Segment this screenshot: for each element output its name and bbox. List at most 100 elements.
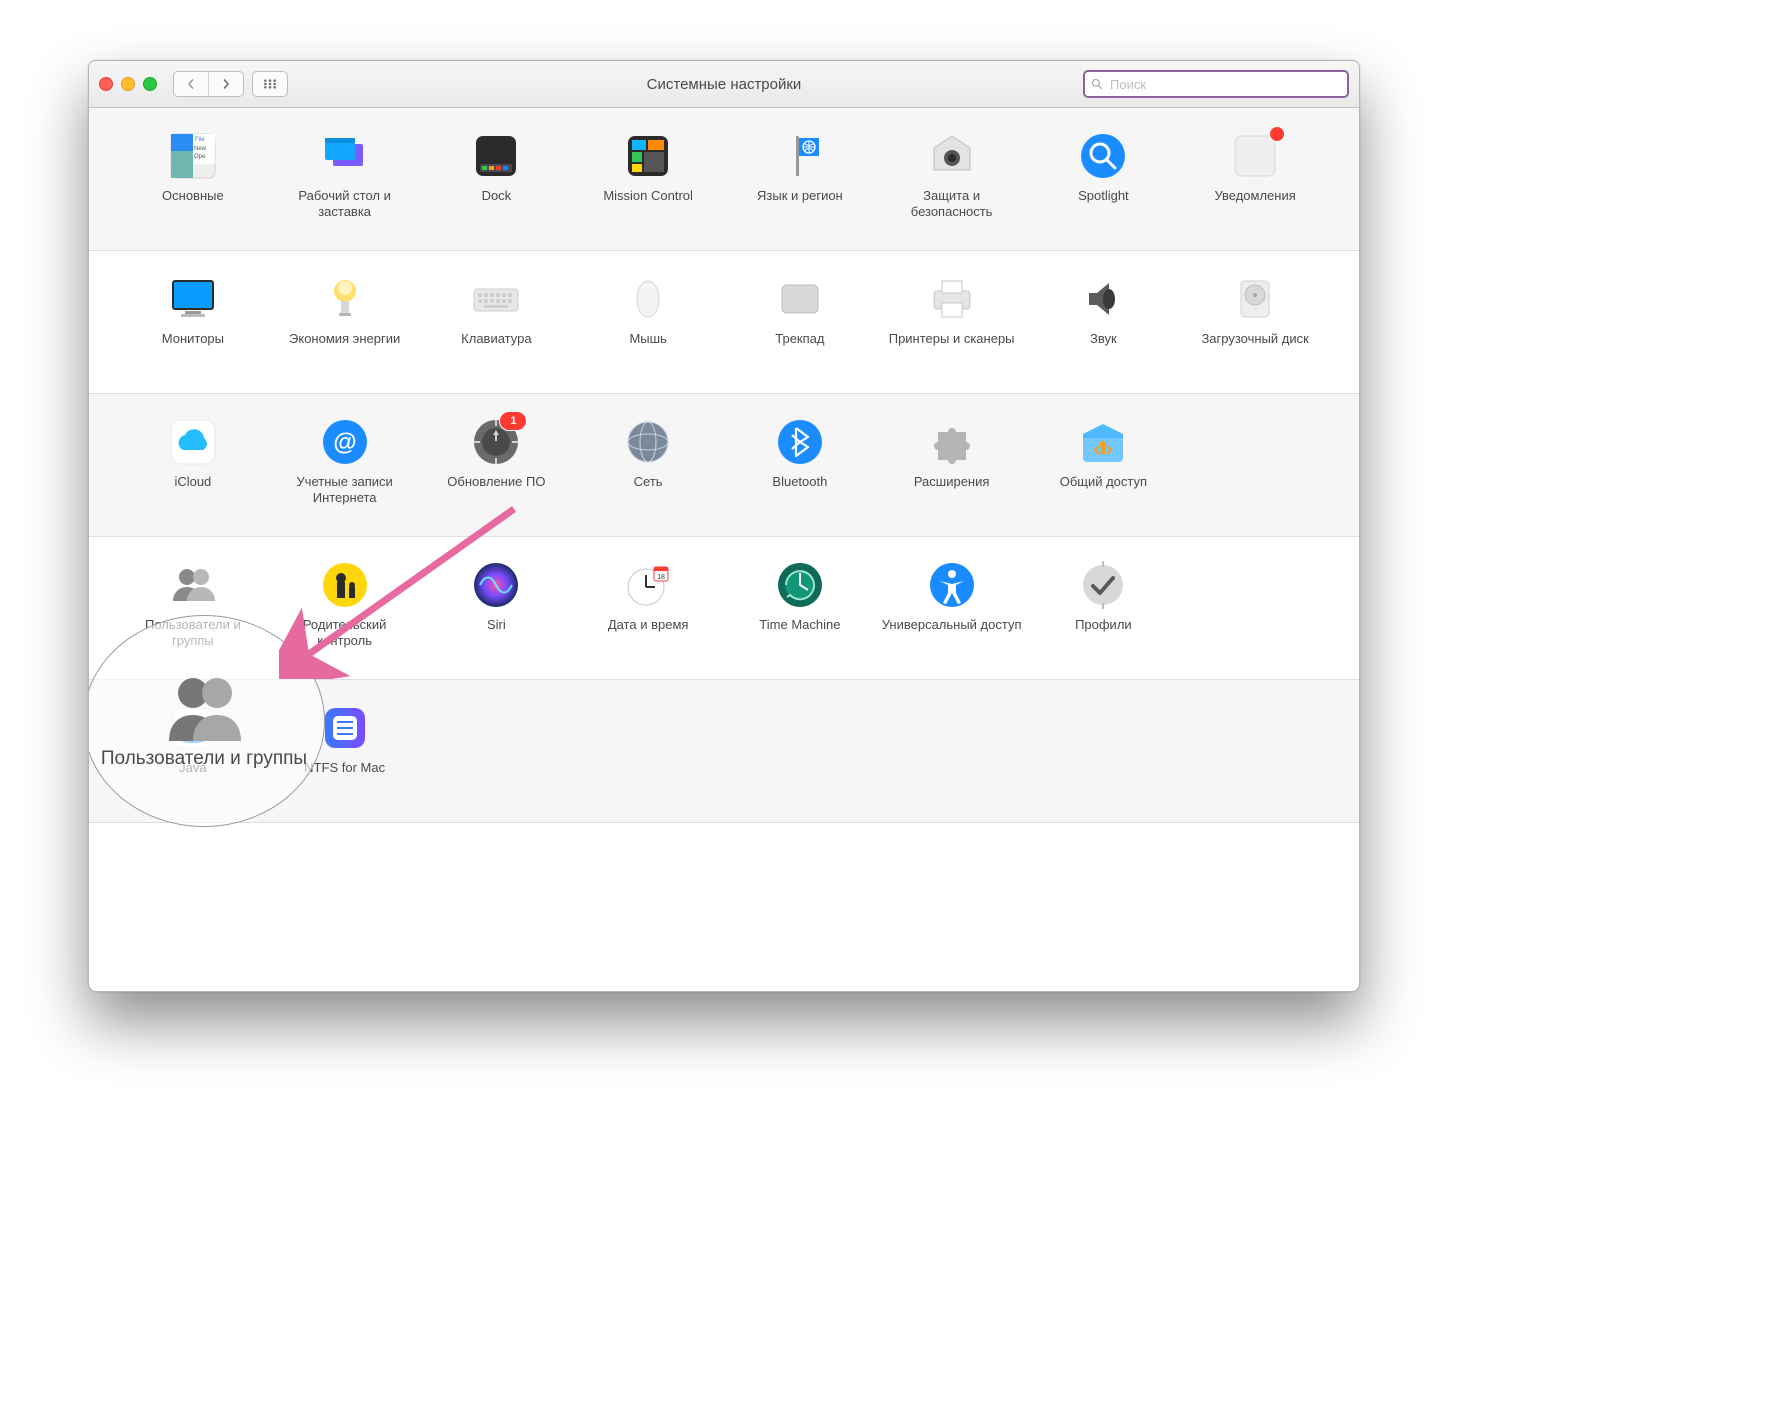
- zoom-button[interactable]: [143, 77, 157, 91]
- pref-label: Time Machine: [759, 617, 840, 633]
- pref-label: Звук: [1090, 331, 1117, 347]
- mouse-icon: [622, 273, 674, 325]
- pref-datetime[interactable]: 18 Дата и время: [572, 555, 724, 659]
- pref-label: Учетные записи Интернета: [275, 474, 415, 507]
- pref-bluetooth[interactable]: Bluetooth: [724, 412, 876, 516]
- pref-time-machine[interactable]: Time Machine: [724, 555, 876, 659]
- pref-profiles[interactable]: Профили: [1028, 555, 1180, 659]
- pref-label: Профили: [1075, 617, 1132, 633]
- pref-displays[interactable]: Мониторы: [117, 269, 269, 373]
- desktop-icon: [319, 130, 371, 182]
- keyboard-icon: [470, 273, 522, 325]
- profiles-icon: [1077, 559, 1129, 611]
- pref-parental[interactable]: Родительский контроль: [269, 555, 421, 659]
- pref-label: Dock: [482, 188, 512, 204]
- search-field[interactable]: [1083, 70, 1349, 98]
- pref-software-update[interactable]: 1 Обновление ПО: [421, 412, 573, 516]
- energy-icon: [319, 273, 371, 325]
- dock-icon: [470, 130, 522, 182]
- general-icon: File New Ope: [167, 130, 219, 182]
- security-icon: [926, 130, 978, 182]
- forward-button[interactable]: [208, 72, 243, 96]
- grid-icon: [263, 79, 277, 89]
- sound-icon: [1077, 273, 1129, 325]
- pref-label: Spotlight: [1078, 188, 1129, 204]
- pref-sound[interactable]: Звук: [1028, 269, 1180, 373]
- pref-extensions[interactable]: Расширения: [876, 412, 1028, 516]
- pref-label: Siri: [487, 617, 506, 633]
- extensions-icon: [926, 416, 978, 468]
- pref-label: Сеть: [634, 474, 663, 490]
- search-input[interactable]: [1108, 76, 1341, 93]
- pref-label: Родительский контроль: [275, 617, 415, 650]
- notification-dot-icon: [1270, 127, 1284, 141]
- pref-printers[interactable]: Принтеры и сканеры: [876, 269, 1028, 373]
- pref-network[interactable]: Сеть: [572, 412, 724, 516]
- pref-accessibility[interactable]: Универсальный доступ: [876, 555, 1028, 659]
- pref-label: Загрузочный диск: [1201, 331, 1308, 347]
- pref-security[interactable]: Защита и безопасность: [876, 126, 1028, 230]
- pref-label: NTFS for Mac: [304, 760, 385, 776]
- pref-language[interactable]: Язык и регион: [724, 126, 876, 230]
- prefs-row-2: Мониторы Экономия энергии Клавиатура Мыш…: [89, 251, 1359, 394]
- svg-text:New: New: [194, 146, 207, 152]
- pref-energy[interactable]: Экономия энергии: [269, 269, 421, 373]
- users-icon: [167, 559, 219, 611]
- datetime-icon: 18: [622, 559, 674, 611]
- network-icon: [622, 416, 674, 468]
- system-preferences-window: Системные настройки File New Ope Основны…: [88, 60, 1360, 992]
- ntfs-icon: [319, 702, 371, 754]
- search-icon: [1091, 78, 1103, 90]
- nav-segment: [173, 71, 244, 97]
- printers-icon: [926, 273, 978, 325]
- pref-sharing[interactable]: Общий доступ: [1028, 412, 1180, 516]
- pref-label: Мониторы: [162, 331, 224, 347]
- pref-spotlight[interactable]: Spotlight: [1028, 126, 1180, 230]
- pref-internet-accounts[interactable]: @ Учетные записи Интернета: [269, 412, 421, 516]
- bluetooth-icon: [774, 416, 826, 468]
- users-icon-large: [161, 671, 247, 741]
- annotation-label: Пользователи и группы: [101, 747, 307, 772]
- pref-keyboard[interactable]: Клавиатура: [421, 269, 573, 373]
- pref-label: Принтеры и сканеры: [889, 331, 1015, 347]
- pref-label: Уведомления: [1214, 188, 1295, 204]
- spotlight-icon: [1077, 130, 1129, 182]
- pref-desktop[interactable]: Рабочий стол и заставка: [269, 126, 421, 230]
- back-button[interactable]: [174, 72, 208, 96]
- pref-label: Рабочий стол и заставка: [275, 188, 415, 221]
- pref-notifications[interactable]: Уведомления: [1179, 126, 1331, 230]
- software-update-icon: 1: [470, 416, 522, 468]
- accessibility-icon: [926, 559, 978, 611]
- pref-label: Защита и безопасность: [882, 188, 1022, 221]
- displays-icon: [167, 273, 219, 325]
- pref-mouse[interactable]: Мышь: [572, 269, 724, 373]
- pref-label: Обновление ПО: [447, 474, 545, 490]
- pref-icloud[interactable]: iCloud: [117, 412, 269, 516]
- show-all-button[interactable]: [252, 71, 288, 97]
- pref-mission-control[interactable]: Mission Control: [572, 126, 724, 230]
- pref-label: Расширения: [914, 474, 990, 490]
- pref-label: Универсальный доступ: [882, 617, 1022, 633]
- pref-startup-disk[interactable]: Загрузочный диск: [1179, 269, 1331, 373]
- pref-label: iCloud: [174, 474, 211, 490]
- update-badge: 1: [500, 412, 526, 430]
- internet-accounts-icon: @: [319, 416, 371, 468]
- pref-label: Общий доступ: [1060, 474, 1147, 490]
- window-controls: [99, 77, 157, 91]
- parental-icon: [319, 559, 371, 611]
- siri-icon: [470, 559, 522, 611]
- minimize-button[interactable]: [121, 77, 135, 91]
- pref-label: Mission Control: [603, 188, 693, 204]
- svg-text:@: @: [333, 429, 356, 456]
- pref-siri[interactable]: Siri: [421, 555, 573, 659]
- startup-disk-icon: [1229, 273, 1281, 325]
- pref-dock[interactable]: Dock: [421, 126, 573, 230]
- pref-trackpad[interactable]: Трекпад: [724, 269, 876, 373]
- close-button[interactable]: [99, 77, 113, 91]
- annotation-callout: Пользователи и группы: [88, 615, 325, 827]
- pref-label: Дата и время: [608, 617, 689, 633]
- prefs-row-3: iCloud @ Учетные записи Интернета 1 Обно…: [89, 394, 1359, 537]
- prefs-row-1: File New Ope Основные Рабочий стол и зас…: [89, 108, 1359, 251]
- time-machine-icon: [774, 559, 826, 611]
- pref-general[interactable]: File New Ope Основные: [117, 126, 269, 230]
